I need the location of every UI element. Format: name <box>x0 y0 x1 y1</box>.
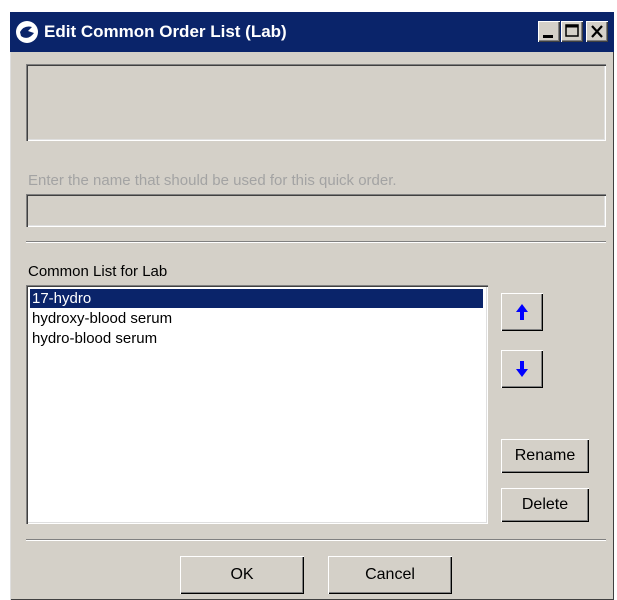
ok-button-label: OK <box>230 566 254 583</box>
quick-order-name-field[interactable] <box>26 194 606 227</box>
separator-top <box>26 241 606 243</box>
list-item[interactable]: hydro-blood serum <box>30 329 157 348</box>
separator-bottom <box>26 539 606 541</box>
quick-order-hint: Enter the name that should be used for t… <box>28 172 397 189</box>
delete-button[interactable]: Delete <box>501 488 589 522</box>
description-box <box>26 64 606 141</box>
delete-button-label: Delete <box>521 496 569 513</box>
ok-button[interactable]: OK <box>180 556 304 594</box>
common-list-label: Common List for Lab <box>28 263 168 280</box>
move-down-button[interactable] <box>501 350 543 388</box>
title-bar[interactable]: Edit Common Order List (Lab) <box>10 12 614 52</box>
common-list-box[interactable]: 17-hydro hydroxy-blood serum hydro-blood… <box>26 285 488 524</box>
rename-button-label: Rename <box>514 447 576 464</box>
cancel-button[interactable]: Cancel <box>328 556 452 594</box>
list-item[interactable]: hydroxy-blood serum <box>30 309 172 328</box>
maximize-button[interactable] <box>561 21 583 42</box>
window-title: Edit Common Order List (Lab) <box>44 22 287 41</box>
move-up-button[interactable] <box>501 293 543 331</box>
minimize-icon <box>543 35 553 38</box>
minimize-button[interactable] <box>538 21 560 42</box>
arrow-up-icon <box>516 304 528 320</box>
close-button[interactable] <box>586 21 608 42</box>
maximize-icon <box>565 24 579 37</box>
close-icon <box>591 25 603 38</box>
app-icon[interactable] <box>16 21 38 43</box>
dialog-window: Edit Common Order List (Lab) Enter the n… <box>10 12 614 600</box>
list-item[interactable]: 17-hydro <box>30 289 483 308</box>
cancel-button-label: Cancel <box>365 566 415 583</box>
arrow-down-icon <box>516 361 528 377</box>
rename-button[interactable]: Rename <box>501 439 589 473</box>
